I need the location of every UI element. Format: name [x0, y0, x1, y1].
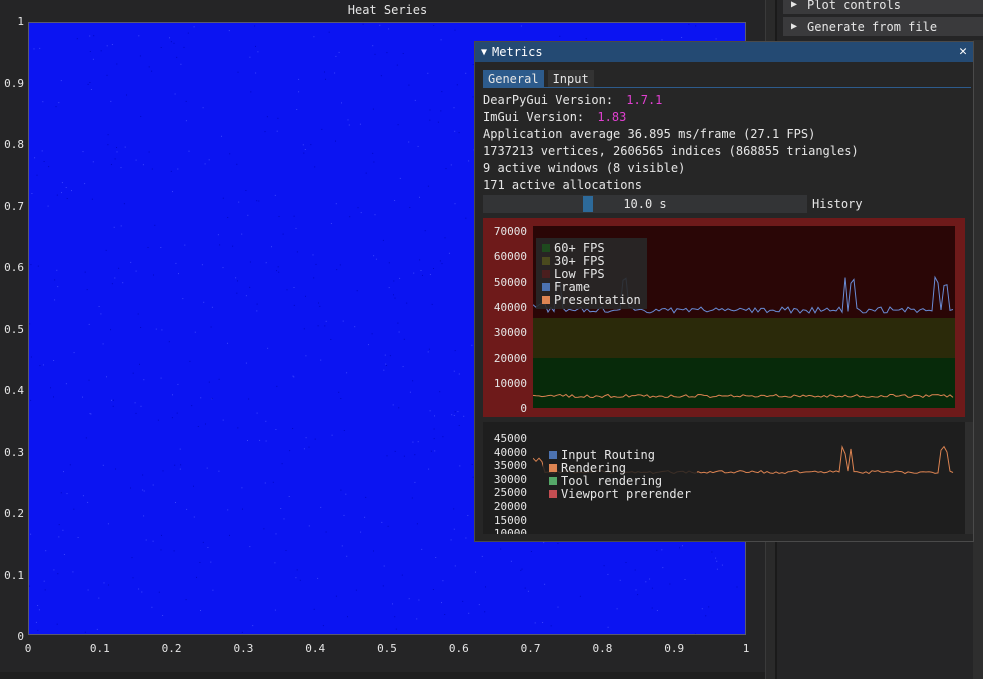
legend-swatch	[542, 243, 550, 252]
y-tick-label: 30000	[493, 326, 527, 340]
y-tick-label: 30000	[493, 472, 527, 486]
y-tick-label: 40000	[493, 445, 527, 459]
x-tick-label: 0.9	[664, 642, 685, 655]
history-value: 10.0 s	[623, 197, 667, 211]
y-tick-label: 0	[17, 630, 24, 643]
legend-swatch	[549, 463, 557, 472]
x-tick-label: 0.8	[592, 642, 613, 655]
y-tick-label: 35000	[493, 459, 527, 473]
app-average-text: Application average 36.895 ms/frame (27.…	[483, 127, 816, 141]
x-tick-label: 0	[24, 642, 32, 655]
metrics-titlebar[interactable]: ▼ Metrics ✕	[475, 42, 973, 62]
generate-from-file-header[interactable]: ▶ Generate from file	[783, 17, 983, 36]
sixty-fps-band	[533, 358, 955, 408]
timing-plot[interactable]: Input Routing Rendering Tool rendering V…	[483, 422, 965, 534]
y-tick-label: 10000	[493, 376, 527, 390]
legend-item-frame[interactable]: Frame	[542, 280, 641, 294]
triangle-right-icon: ▶	[791, 21, 798, 32]
tab-underline	[483, 87, 971, 88]
x-tick-label: 0.2	[161, 642, 182, 655]
tab-general[interactable]: General	[483, 70, 544, 88]
y-tick-label: 20000	[493, 351, 527, 365]
x-tick-label: 0.4	[305, 642, 326, 655]
history-slider[interactable]: 10.0 s	[483, 195, 807, 213]
legend-item-input-routing[interactable]: Input Routing	[549, 448, 691, 462]
legend-item-30-fps[interactable]: 30+ FPS	[542, 254, 641, 268]
y-tick-label: 0.2	[4, 507, 24, 520]
legend-swatch	[549, 489, 557, 498]
legend-swatch	[549, 450, 557, 459]
header-label: Generate from file	[807, 19, 938, 34]
x-tick-label: 0.7	[520, 642, 541, 655]
y-tick-label: 50000	[493, 275, 527, 289]
x-tick-label: 0.1	[89, 642, 110, 655]
y-tick-label: 0	[520, 402, 527, 416]
metrics-window[interactable]: ▼ Metrics ✕ General Input DearPyGui Vers…	[474, 41, 974, 542]
plot-controls-header[interactable]: ▶ Plot controls	[783, 0, 983, 14]
triangle-right-icon: ▶	[791, 0, 798, 10]
close-icon[interactable]: ✕	[959, 44, 967, 59]
x-tick-label: 1	[742, 642, 750, 655]
y-tick-label: 45000	[493, 432, 527, 445]
legend-swatch	[542, 269, 550, 278]
legend-item-60-fps[interactable]: 60+ FPS	[542, 241, 641, 255]
y-tick-label: 0.9	[4, 76, 24, 90]
metrics-scrollbar[interactable]	[965, 422, 973, 534]
legend-item-viewport-prerender[interactable]: Viewport prerender	[549, 487, 691, 501]
thirty-fps-band	[533, 318, 955, 358]
windows-text: 9 active windows (8 visible)	[483, 161, 686, 175]
side-scrollbar[interactable]	[973, 40, 983, 679]
dpg-version-value: 1.7.1	[626, 93, 663, 107]
y-tick-label: 70000	[493, 225, 527, 238]
header-label: Plot controls	[807, 0, 901, 12]
allocations-text: 171 active allocations	[483, 178, 642, 192]
fps-plot[interactable]: 60+ FPS 30+ FPS Low FPS Frame Presentati…	[483, 218, 965, 417]
x-tick-label: 0.5	[377, 642, 397, 655]
y-tick-label: 0.1	[4, 568, 24, 582]
tab-input[interactable]: Input	[547, 70, 594, 88]
legend-item-presentation[interactable]: Presentation	[542, 293, 641, 307]
y-tick-label: 15000	[493, 513, 527, 527]
legend-swatch	[549, 476, 557, 485]
y-tick-label: 0.7	[4, 199, 24, 213]
y-tick-label: 0.3	[4, 445, 24, 459]
legend-swatch	[542, 256, 550, 265]
legend-swatch	[542, 295, 550, 304]
y-tick-label: 0.5	[4, 322, 24, 336]
legend-item-low-fps[interactable]: Low FPS	[542, 267, 641, 281]
dpg-version-line: DearPyGui Version: 1.7.1	[483, 93, 663, 107]
y-tick-label: 40000	[493, 300, 527, 314]
y-tick-label: 0.6	[4, 261, 24, 274]
y-tick-label: 0.4	[4, 384, 24, 397]
tab-bar: General Input	[483, 70, 594, 88]
fps-legend[interactable]: 60+ FPS 30+ FPS Low FPS Frame Presentati…	[536, 238, 647, 309]
history-label: History	[812, 197, 863, 211]
y-tick-label: 20000	[493, 500, 527, 513]
y-tick-label: 25000	[493, 486, 527, 500]
x-tick-label: 0.6	[448, 642, 469, 655]
legend-item-tool-rendering[interactable]: Tool rendering	[549, 474, 691, 488]
y-tick-label: 60000	[493, 250, 527, 264]
legend-item-rendering[interactable]: Rendering	[549, 461, 691, 475]
x-tick-label: 0.3	[233, 642, 254, 655]
imgui-version-line: ImGui Version: 1.83	[483, 110, 627, 124]
imgui-version-value: 1.83	[597, 110, 627, 124]
legend-swatch	[542, 282, 550, 291]
plot-title: Heat Series	[347, 3, 428, 17]
window-title: Metrics	[492, 45, 543, 59]
collapse-triangle-icon[interactable]: ▼	[481, 47, 487, 58]
timing-legend[interactable]: Input Routing Rendering Tool rendering V…	[543, 445, 698, 503]
y-tick-label: 1	[17, 15, 24, 28]
y-tick-label: 0.8	[4, 138, 24, 151]
y-tick-label: 10000	[493, 527, 527, 534]
vertices-text: 1737213 vertices, 2606565 indices (86885…	[483, 144, 859, 158]
